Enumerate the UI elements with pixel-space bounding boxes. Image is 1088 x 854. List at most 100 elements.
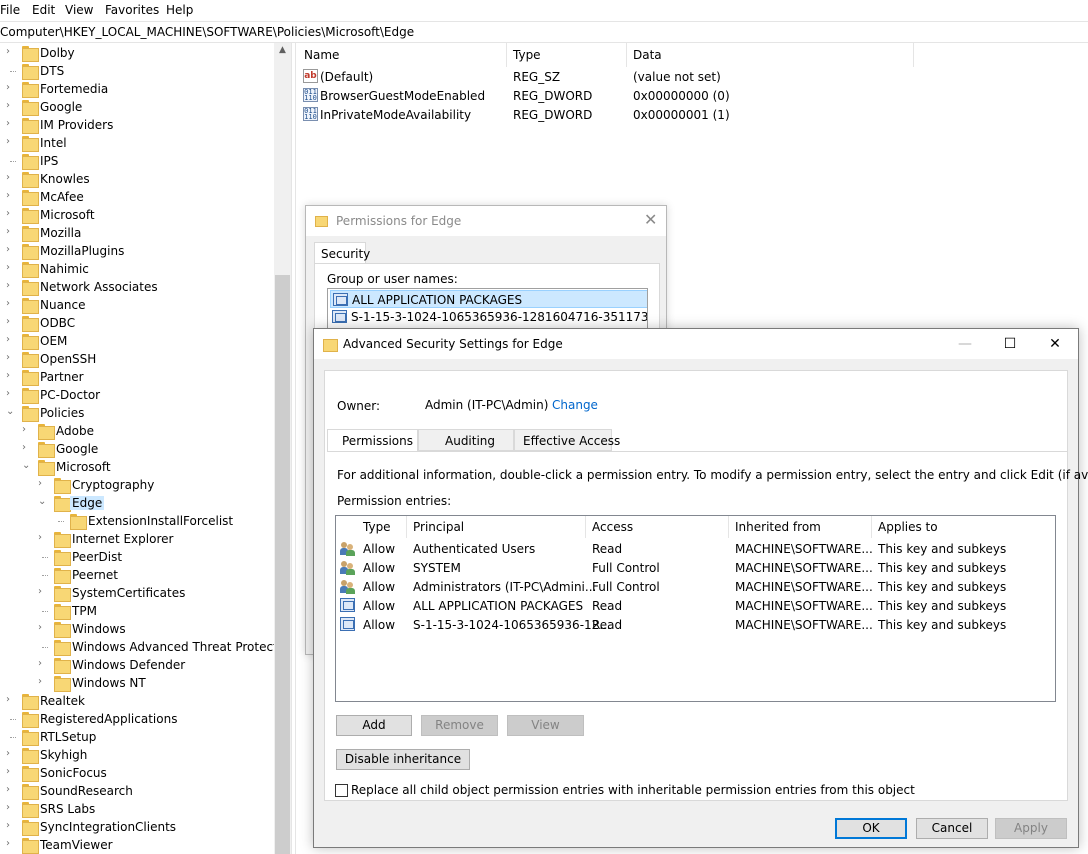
permissions-titlebar[interactable]: Permissions for Edge ✕ — [306, 206, 666, 236]
advanced-titlebar[interactable]: Advanced Security Settings for Edge — ☐ … — [314, 329, 1078, 359]
tree-item[interactable]: TPM — [0, 602, 280, 620]
tree-item[interactable]: ⌄ Microsoft — [0, 458, 280, 476]
chevron-right-icon[interactable]: › — [6, 748, 16, 760]
tree-item[interactable]: › Realtek — [0, 692, 280, 710]
chevron-right-icon[interactable]: › — [6, 388, 16, 400]
tree-item[interactable]: › Adobe — [0, 422, 280, 440]
col-access[interactable]: Access — [592, 520, 633, 534]
chevron-right-icon[interactable]: › — [6, 298, 16, 310]
tree-item[interactable]: › Knowles — [0, 170, 280, 188]
chevron-right-icon[interactable]: › — [38, 478, 48, 490]
tree-item[interactable]: ⌄ Policies — [0, 404, 280, 422]
permission-entry-row[interactable]: Allow Authenticated Users Read MACHINE\S… — [336, 540, 1055, 559]
tree-item[interactable]: › Windows — [0, 620, 280, 638]
tree-item[interactable]: › Windows Defender — [0, 656, 280, 674]
tree-item[interactable]: › Network Associates — [0, 278, 280, 296]
tab-auditing[interactable]: Auditing — [418, 429, 514, 451]
tree-item[interactable]: › SRS Labs — [0, 800, 280, 818]
menu-edit[interactable]: Edit — [32, 3, 55, 17]
tab-effective-access[interactable]: Effective Access — [514, 429, 620, 451]
col-applies-to[interactable]: Applies to — [878, 520, 938, 534]
tree-item[interactable]: › SoundResearch — [0, 782, 280, 800]
chevron-right-icon[interactable]: › — [6, 118, 16, 130]
tree-item[interactable]: PeerDist — [0, 548, 280, 566]
value-row[interactable]: ab (Default) REG_SZ (value not set) — [297, 68, 997, 87]
user-row[interactable]: S-1-15-3-1024-1065365936-1281604716-3511… — [330, 308, 647, 326]
chevron-right-icon[interactable]: › — [38, 676, 48, 688]
apply-button[interactable]: Apply — [995, 818, 1067, 839]
tree-item[interactable]: ExtensionInstallForcelist — [0, 512, 280, 530]
tree-item[interactable]: › PC-Doctor — [0, 386, 280, 404]
address-bar[interactable]: Computer\HKEY_LOCAL_MACHINE\SOFTWARE\Pol… — [0, 21, 1088, 43]
tree-item[interactable]: › Cryptography — [0, 476, 280, 494]
tree-item[interactable]: › ODBC — [0, 314, 280, 332]
cancel-button[interactable]: Cancel — [916, 818, 988, 839]
chevron-down-icon[interactable]: ⌄ — [22, 460, 32, 472]
chevron-right-icon[interactable]: › — [6, 136, 16, 148]
tree-item[interactable]: › Mozilla — [0, 224, 280, 242]
tree-item[interactable]: › IM Providers — [0, 116, 280, 134]
close-icon[interactable]: ✕ — [644, 210, 657, 229]
tree-item[interactable]: IPS — [0, 152, 280, 170]
chevron-right-icon[interactable]: › — [6, 208, 16, 220]
chevron-right-icon[interactable]: › — [6, 370, 16, 382]
tree-item[interactable]: › Google — [0, 98, 280, 116]
close-icon[interactable]: ✕ — [1032, 329, 1078, 359]
tree-item[interactable]: › Skyhigh — [0, 746, 280, 764]
tree-item[interactable]: › OEM — [0, 332, 280, 350]
tree-item[interactable]: › SonicFocus — [0, 764, 280, 782]
col-type[interactable]: Type — [363, 520, 391, 534]
tree-item[interactable]: › Windows NT — [0, 674, 280, 692]
chevron-right-icon[interactable]: › — [6, 802, 16, 814]
replace-child-permissions-checkbox[interactable] — [335, 784, 348, 797]
value-row[interactable]: 011 110 BrowserGuestModeEnabled REG_DWORD… — [297, 87, 997, 106]
menu-file[interactable]: File — [0, 3, 20, 17]
chevron-down-icon[interactable]: ⌄ — [38, 496, 48, 508]
scroll-up-icon[interactable]: ▲ — [274, 45, 291, 55]
tree-item[interactable]: › Google — [0, 440, 280, 458]
chevron-right-icon[interactable]: › — [6, 838, 16, 850]
chevron-right-icon[interactable]: › — [6, 82, 16, 94]
user-row[interactable]: ALL APPLICATION PACKAGES — [330, 290, 647, 308]
chevron-right-icon[interactable]: › — [38, 658, 48, 670]
menu-view[interactable]: View — [65, 3, 93, 17]
tree-item[interactable]: › SystemCertificates — [0, 584, 280, 602]
menu-help[interactable]: Help — [166, 3, 193, 17]
tree-item[interactable]: › MozillaPlugins — [0, 242, 280, 260]
tree-scrollbar[interactable]: ▲ — [274, 43, 291, 854]
minimize-icon[interactable]: — — [942, 329, 988, 359]
tree-item[interactable]: › Partner — [0, 368, 280, 386]
chevron-right-icon[interactable]: › — [38, 532, 48, 544]
permission-entries-grid[interactable]: Type Principal Access Inherited from App… — [335, 515, 1056, 702]
chevron-right-icon[interactable]: › — [6, 694, 16, 706]
disable-inheritance-button[interactable]: Disable inheritance — [336, 749, 470, 770]
chevron-right-icon[interactable]: › — [6, 244, 16, 256]
chevron-right-icon[interactable]: › — [6, 190, 16, 202]
permission-entry-row[interactable]: Allow S-1-15-3-1024-1065365936-12... Rea… — [336, 616, 1055, 635]
tree-item[interactable]: RegisteredApplications — [0, 710, 280, 728]
value-row[interactable]: 011 110 InPrivateModeAvailability REG_DWO… — [297, 106, 997, 125]
chevron-right-icon[interactable]: › — [6, 334, 16, 346]
tree-item[interactable]: › OpenSSH — [0, 350, 280, 368]
chevron-right-icon[interactable]: › — [38, 586, 48, 598]
chevron-right-icon[interactable]: › — [6, 172, 16, 184]
menu-favorites[interactable]: Favorites — [105, 3, 159, 17]
view-button[interactable]: View — [507, 715, 584, 736]
chevron-right-icon[interactable]: › — [6, 100, 16, 112]
tree-scroll-thumb[interactable] — [275, 275, 290, 854]
tree-item[interactable]: › Dolby — [0, 44, 280, 62]
tree-item[interactable]: › Nuance — [0, 296, 280, 314]
chevron-right-icon[interactable]: › — [38, 622, 48, 634]
tree-item[interactable]: RTLSetup — [0, 728, 280, 746]
pane-splitter[interactable] — [291, 43, 296, 854]
col-principal[interactable]: Principal — [413, 520, 464, 534]
tree-item[interactable]: ⌄ Edge — [0, 494, 280, 512]
change-owner-link[interactable]: Change — [552, 398, 598, 412]
chevron-right-icon[interactable]: › — [22, 424, 32, 436]
tree-item[interactable]: › Internet Explorer — [0, 530, 280, 548]
tree-item[interactable]: Peernet — [0, 566, 280, 584]
tree-item[interactable]: › Intel — [0, 134, 280, 152]
chevron-right-icon[interactable]: › — [6, 784, 16, 796]
tree-item[interactable]: › TeamViewer — [0, 836, 280, 854]
chevron-right-icon[interactable]: › — [6, 766, 16, 778]
